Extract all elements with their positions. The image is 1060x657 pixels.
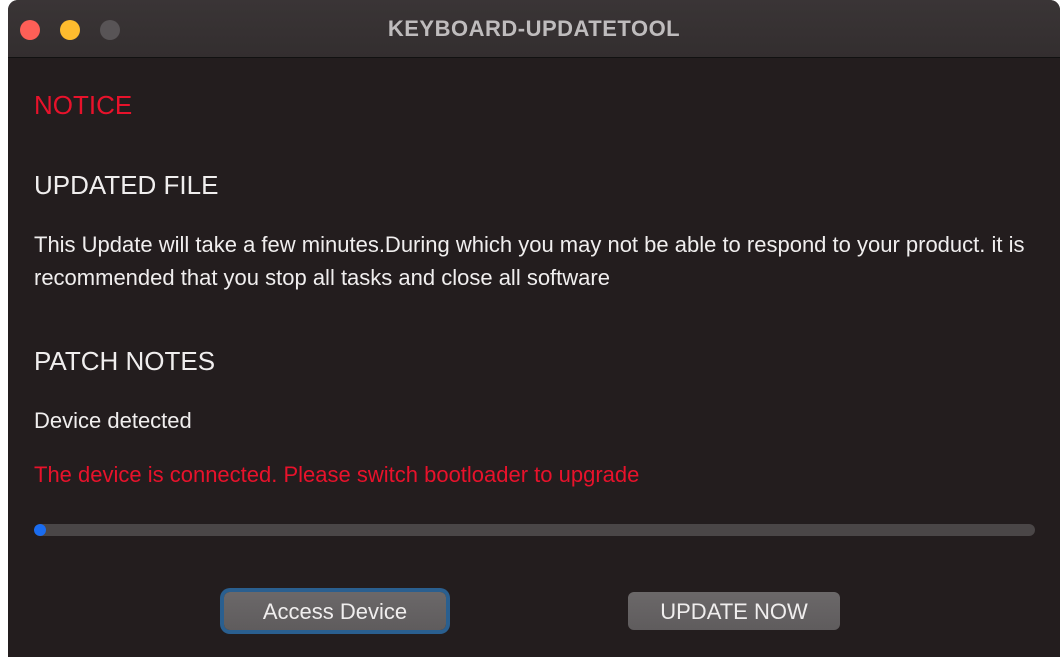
update-now-button[interactable]: UPDATE NOW	[628, 592, 840, 630]
update-description: This Update will take a few minutes.Duri…	[34, 232, 1025, 290]
title-bar[interactable]: KEYBOARD-UPDATETOOL	[8, 0, 1060, 58]
update-progress-bar	[34, 524, 1035, 536]
progress-bar-fill	[34, 524, 46, 536]
window-title: KEYBOARD-UPDATETOOL	[387, 16, 681, 41]
patch-notes-heading: PATCH NOTES	[34, 346, 216, 376]
notice-label: NOTICE	[34, 90, 133, 120]
app-window: KEYBOARD-UPDATETOOL NOTICE UPDATED FILE …	[8, 0, 1060, 657]
connection-message: The device is connected. Please switch b…	[34, 462, 640, 487]
device-status-text: Device detected	[34, 408, 192, 433]
updated-file-heading: UPDATED FILE	[34, 170, 219, 200]
access-device-button[interactable]: Access Device	[224, 592, 446, 630]
